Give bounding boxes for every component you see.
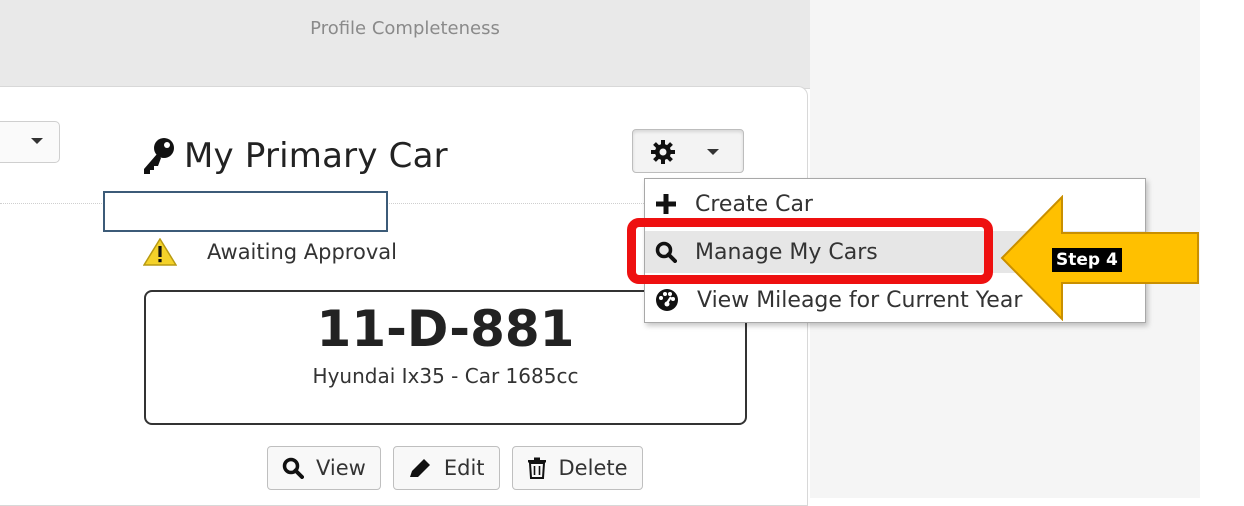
view-label: View	[316, 456, 366, 480]
car-model: Hyundai Ix35 - Car 1685cc	[312, 364, 579, 388]
menu-item-label: View Mileage for Current Year	[697, 287, 1023, 313]
settings-dropdown-button[interactable]	[632, 129, 744, 173]
gear-icon	[651, 140, 675, 164]
status-text: Awaiting Approval	[207, 240, 397, 264]
profile-completeness-panel: Profile Completeness	[0, 0, 810, 89]
caret-down-icon	[707, 149, 719, 155]
search-icon	[282, 457, 304, 479]
search-icon	[655, 241, 677, 263]
plus-icon	[656, 194, 676, 214]
caret-down-icon	[31, 138, 43, 144]
pencil-icon	[409, 459, 430, 477]
trash-icon	[527, 457, 546, 479]
menu-item-label: Manage My Cars	[695, 239, 878, 265]
delete-button[interactable]: Delete	[511, 446, 643, 490]
dashboard-icon	[656, 289, 678, 311]
card-title-row: My Primary Car	[140, 134, 448, 178]
menu-item-label: Create Car	[695, 191, 813, 217]
key-icon	[144, 138, 174, 174]
edit-button[interactable]: Edit	[392, 446, 500, 490]
delete-label: Delete	[558, 456, 628, 480]
left-dropdown-button[interactable]	[0, 121, 60, 163]
warning-icon	[143, 238, 177, 266]
focus-outline-box	[103, 191, 388, 232]
card-actions: View Edit Delete	[267, 446, 643, 490]
view-button[interactable]: View	[267, 446, 381, 490]
card-title: My Primary Car	[184, 136, 448, 176]
profile-completeness-title: Profile Completeness	[310, 18, 500, 39]
step-label: Step 4	[1052, 248, 1122, 272]
status-row: Awaiting Approval	[143, 238, 397, 266]
edit-label: Edit	[443, 456, 485, 480]
